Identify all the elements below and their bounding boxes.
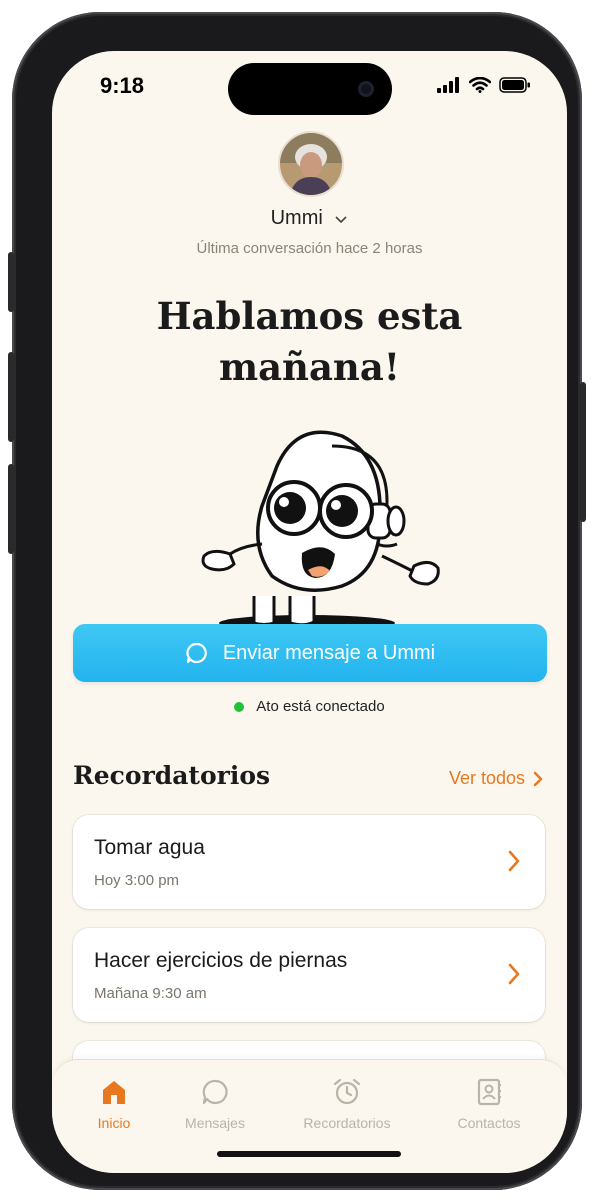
connection-text: Ato está conectado bbox=[256, 698, 385, 715]
tab-label: Inicio bbox=[97, 1115, 131, 1131]
reminders-title: Recordatorios bbox=[73, 761, 271, 790]
alarm-clock-icon bbox=[333, 1078, 361, 1105]
tab-label: Contactos bbox=[457, 1115, 521, 1131]
see-all-label: Ver todos bbox=[448, 768, 525, 788]
page-headline: Hablamos esta mañana! bbox=[156, 294, 463, 389]
tab-label: Recordatorios bbox=[303, 1115, 391, 1131]
reminder-card[interactable]: Tomar agua Hoy 3:00 pm bbox=[73, 815, 545, 909]
signal-icon bbox=[437, 77, 459, 93]
status-dot bbox=[234, 701, 245, 712]
tab-mensajes[interactable]: Mensajes bbox=[176, 1078, 254, 1131]
status-time: 9:18 bbox=[100, 73, 145, 98]
home-indicator[interactable] bbox=[217, 1151, 401, 1157]
connection-status: Ato está conectado bbox=[52, 698, 567, 715]
phone-frame: 9:18 Ummi Última conversación hace 2 hor… bbox=[8, 12, 586, 1190]
reminder-card[interactable]: Hacer ejercicios de piernas Mañana 9:30 … bbox=[73, 928, 545, 1022]
profile-avatar[interactable] bbox=[278, 131, 344, 197]
status-icons bbox=[437, 77, 531, 93]
chevron-right-icon bbox=[508, 850, 520, 872]
power-button bbox=[580, 382, 586, 522]
tab-inicio[interactable]: Inicio bbox=[90, 1078, 138, 1131]
send-message-button[interactable]: Enviar mensaje a Ummi bbox=[73, 624, 547, 682]
reminder-title: Hacer ejercicios de piernas bbox=[94, 949, 348, 972]
last-conversation: Última conversación hace 2 horas bbox=[196, 240, 423, 257]
reminder-time: Hoy 3:00 pm bbox=[94, 872, 180, 889]
profile-switcher[interactable]: Ummi bbox=[52, 207, 567, 230]
chevron-down-icon bbox=[334, 207, 348, 230]
tab-recordatorios[interactable]: Recordatorios bbox=[294, 1078, 400, 1131]
chevron-right-icon bbox=[508, 963, 520, 985]
wifi-icon bbox=[469, 77, 491, 93]
contacts-book-icon bbox=[477, 1078, 501, 1106]
app-screen: 9:18 Ummi Última conversación hace 2 hor… bbox=[52, 51, 567, 1173]
chevron-right-icon bbox=[533, 771, 543, 786]
mascot-illustration bbox=[201, 430, 440, 631]
tab-label: Mensajes bbox=[185, 1115, 245, 1131]
reminder-time: Mañana 9:30 am bbox=[94, 985, 207, 1002]
battery-icon bbox=[499, 77, 530, 93]
volume-down-button bbox=[8, 464, 14, 554]
chat-bubble-icon bbox=[202, 1079, 228, 1105]
reminder-title: Tomar agua bbox=[94, 836, 205, 859]
volume-up-button bbox=[8, 352, 14, 442]
home-icon bbox=[103, 1081, 125, 1104]
see-all-reminders-link[interactable]: Ver todos bbox=[449, 768, 543, 789]
chat-bubble-icon bbox=[186, 642, 207, 664]
send-message-label: Enviar mensaje a Ummi bbox=[222, 641, 436, 664]
dynamic-island bbox=[228, 63, 392, 115]
profile-name: Ummi bbox=[270, 207, 323, 229]
action-button bbox=[8, 252, 14, 312]
tab-contactos[interactable]: Contactos bbox=[448, 1078, 530, 1131]
